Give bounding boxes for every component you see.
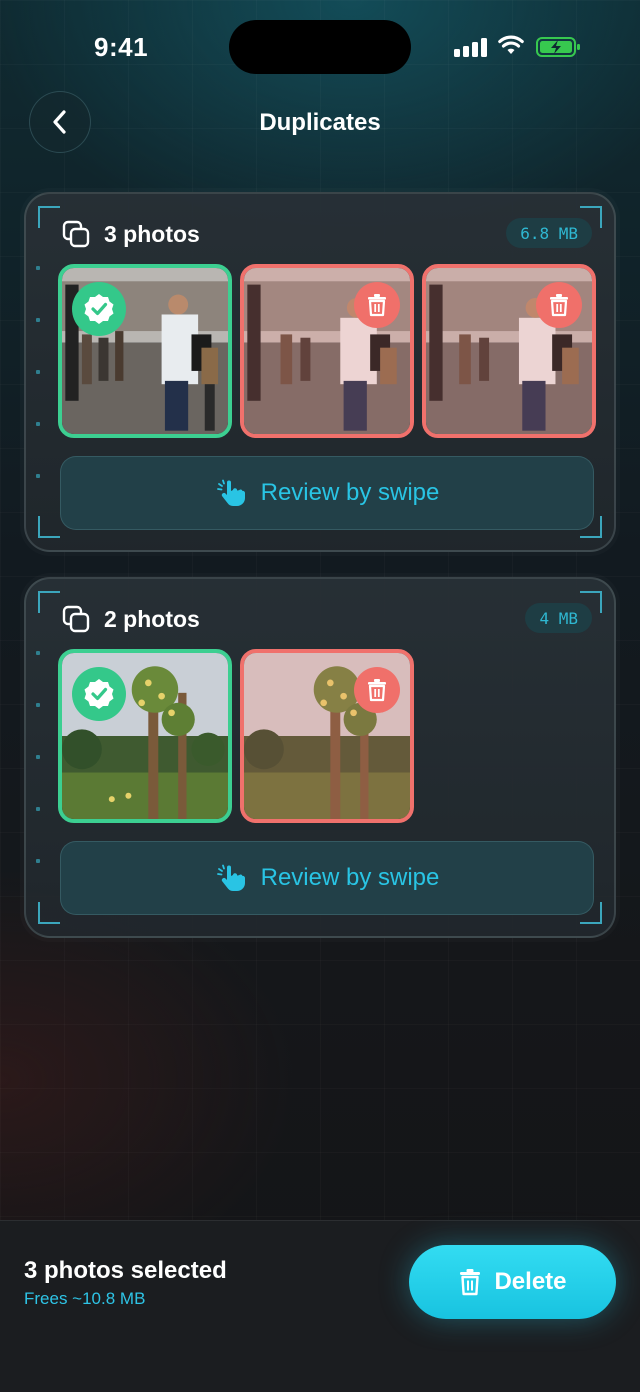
duplicate-group-card: 3 photos 6.8 MB Review by swipe [24, 192, 616, 552]
hand-tap-icon [216, 479, 245, 506]
photo-thumbnail-keep[interactable] [58, 649, 232, 823]
delete-badge [354, 282, 400, 328]
selected-count: 3 photos selected [24, 1257, 227, 1284]
delete-label: Delete [494, 1268, 567, 1295]
stack-copy-icon [62, 605, 90, 633]
stack-copy-icon [62, 220, 90, 248]
frame-corner [38, 591, 60, 613]
verified-check-icon [84, 294, 114, 324]
review-by-swipe-label: Review by swipe [260, 864, 440, 891]
side-dots [36, 266, 40, 526]
verified-check-icon [84, 679, 114, 709]
delete-badge [536, 282, 582, 328]
page-title: Duplicates [259, 109, 381, 136]
photo-thumbnail-keep[interactable] [58, 264, 232, 438]
status-bar: 9:41 [0, 0, 640, 94]
group-count: 2 photos [104, 605, 200, 632]
group-size-badge: 6.8 MB [506, 218, 592, 248]
battery-charging-icon [536, 37, 580, 57]
trash-icon [368, 679, 386, 702]
wifi-icon [498, 35, 524, 54]
frees-size: Frees ~10.8 MB [24, 1289, 146, 1308]
review-by-swipe-label: Review by swipe [260, 479, 440, 506]
duplicate-group-card: 2 photos 4 MB Review by swipe [24, 577, 616, 938]
trash-icon [460, 1269, 481, 1296]
group-header: 2 photos [62, 603, 200, 635]
review-by-swipe-button[interactable]: Review by swipe [60, 456, 594, 530]
dynamic-island [229, 20, 411, 74]
delete-button[interactable]: Delete [409, 1245, 616, 1319]
delete-badge [354, 667, 400, 713]
photo-thumbnail-delete[interactable] [422, 264, 596, 438]
trash-icon [550, 294, 568, 317]
group-count: 3 photos [104, 220, 200, 247]
cellular-signal-icon [454, 37, 488, 57]
side-dots [36, 651, 40, 911]
review-by-swipe-button[interactable]: Review by swipe [60, 841, 594, 915]
photo-thumbnail-delete[interactable] [240, 649, 414, 823]
photo-thumbnail-delete[interactable] [240, 264, 414, 438]
status-time: 9:41 [94, 32, 149, 62]
group-header: 3 photos [62, 218, 200, 250]
frame-corner [38, 516, 60, 538]
hand-tap-icon [216, 864, 245, 891]
frame-corner [38, 206, 60, 228]
group-size-badge: 4 MB [525, 603, 592, 633]
keep-badge [72, 667, 126, 721]
frame-corner [38, 902, 60, 924]
selection-footer: 3 photos selected Frees ~10.8 MB Delete [0, 1220, 640, 1392]
keep-badge [72, 282, 126, 336]
trash-icon [368, 294, 386, 317]
